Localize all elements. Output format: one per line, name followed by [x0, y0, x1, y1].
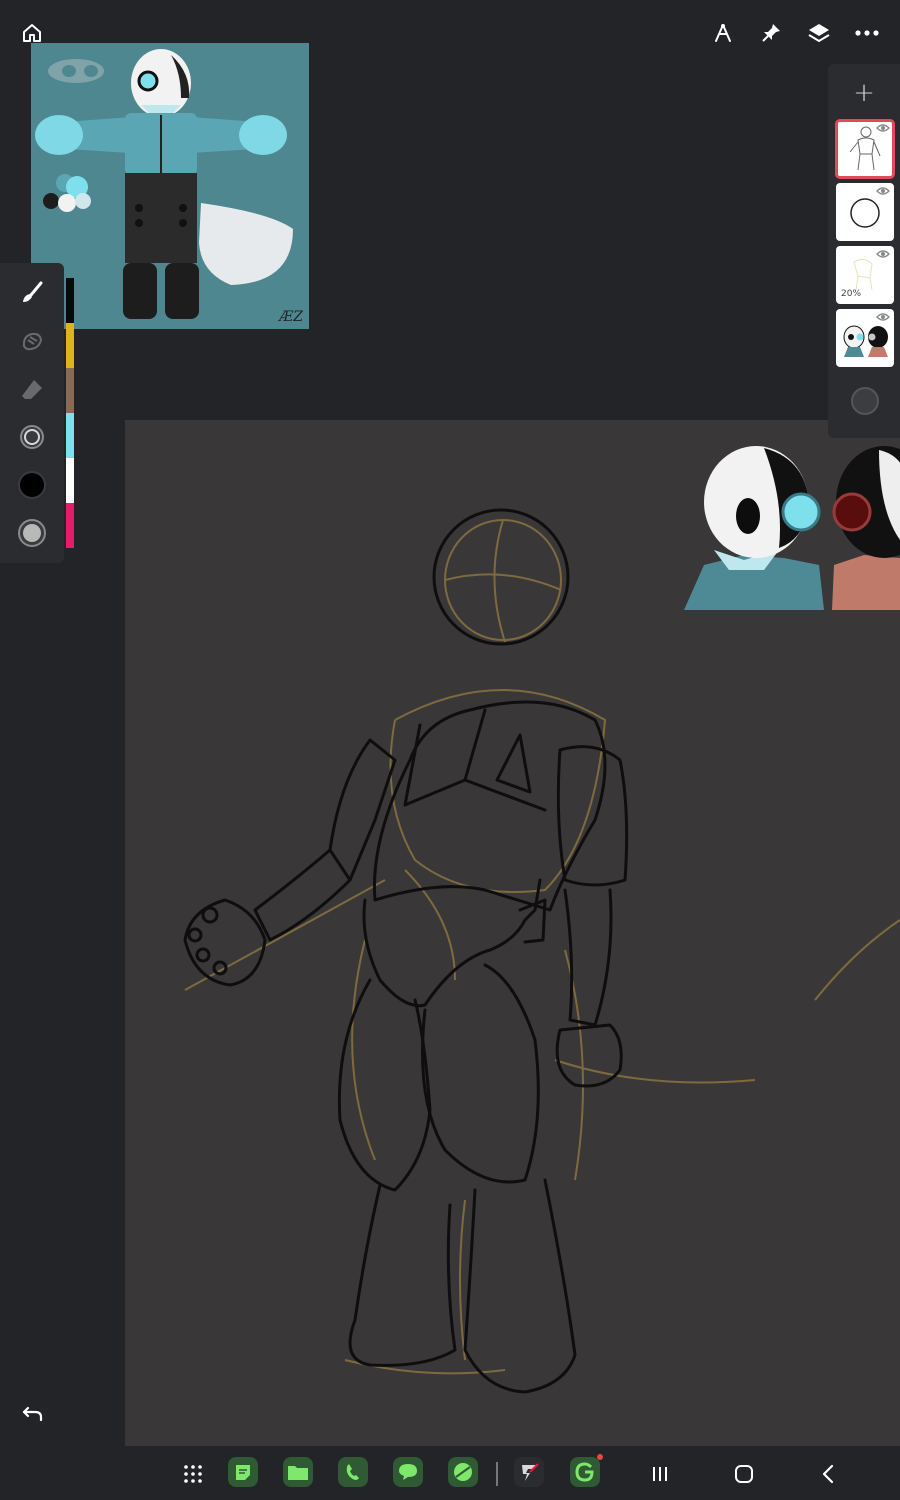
undo-button[interactable] — [18, 1398, 48, 1428]
browser-icon — [454, 1463, 472, 1481]
recents-button[interactable] — [645, 1460, 675, 1488]
chibi-reference-image — [684, 446, 900, 610]
opacity-circle-icon — [18, 519, 46, 547]
app-drawer-icon — [184, 1465, 202, 1483]
palette-swatch[interactable] — [66, 368, 74, 413]
app-drawer-button[interactable] — [178, 1460, 208, 1488]
ruler-button[interactable] — [706, 16, 740, 50]
more-horizontal-icon — [855, 30, 879, 36]
undo-icon — [22, 1406, 43, 1422]
recents-icon — [653, 1467, 667, 1481]
palette-swatch[interactable] — [66, 413, 74, 458]
home-icon — [23, 24, 41, 42]
palette-swatch[interactable] — [66, 503, 74, 548]
color-palette — [66, 278, 74, 548]
layer-opacity-label: 20% — [841, 289, 862, 299]
smudge-icon — [22, 332, 43, 351]
visibility-eye-icon[interactable] — [876, 123, 890, 133]
layers-icon — [808, 24, 830, 43]
layer-thumbnail-circle-layer[interactable] — [836, 183, 894, 241]
visibility-eye-icon[interactable] — [876, 249, 890, 259]
files-app-button[interactable] — [283, 1457, 313, 1487]
reference-overlay[interactable] — [684, 440, 900, 610]
palette-swatch[interactable] — [66, 323, 74, 368]
add-layer-button[interactable]: + — [828, 78, 900, 108]
grammarly-app-button[interactable] — [570, 1454, 603, 1487]
flashscore-icon — [522, 1463, 539, 1481]
brush-icon — [23, 281, 43, 302]
notes-app-button[interactable] — [228, 1457, 258, 1487]
layer-color-button[interactable] — [850, 386, 879, 415]
visibility-eye-icon[interactable] — [876, 186, 890, 196]
more-button[interactable] — [850, 16, 884, 50]
layer-circle-icon — [851, 387, 879, 415]
opacity-control[interactable] — [14, 515, 50, 551]
home-circle-icon — [735, 1465, 753, 1483]
smudge-tool[interactable] — [14, 323, 50, 359]
compass-ruler-icon — [715, 24, 731, 42]
color-black-icon — [18, 471, 46, 499]
layer-thumbnail-rough-layer[interactable]: 20% — [836, 246, 894, 304]
back-icon — [822, 1464, 834, 1484]
size-circle-icon — [20, 425, 44, 449]
layers-button[interactable] — [802, 16, 836, 50]
reference-signature: ÆZ — [279, 309, 303, 325]
files-icon — [288, 1466, 308, 1480]
tool-panel — [0, 263, 64, 563]
eraser-tool[interactable] — [14, 371, 50, 407]
brush-size-control[interactable] — [14, 419, 50, 455]
notes-icon — [236, 1465, 250, 1480]
visibility-eye-icon[interactable] — [876, 312, 890, 322]
phone-app-button[interactable] — [338, 1457, 368, 1487]
layers-panel: + 20% — [828, 64, 900, 438]
home-nav-button[interactable] — [729, 1460, 759, 1488]
pin-button[interactable] — [754, 16, 788, 50]
grammarly-icon — [575, 1462, 594, 1482]
layer-thumbnail-reference-layer[interactable] — [836, 309, 894, 367]
phone-icon — [346, 1464, 359, 1480]
pin-icon — [762, 24, 780, 42]
taskbar-divider — [496, 1462, 498, 1486]
notification-dot — [597, 1454, 603, 1460]
flashscore-app-button[interactable] — [514, 1457, 544, 1487]
layer-thumbnail-sketch-line-layer[interactable] — [835, 119, 895, 179]
palette-swatch[interactable] — [66, 278, 74, 323]
current-color-button[interactable] — [14, 467, 50, 503]
brush-tool[interactable] — [14, 275, 50, 311]
back-button[interactable] — [813, 1460, 843, 1488]
eraser-icon — [22, 380, 42, 399]
browser-app-button[interactable] — [448, 1457, 478, 1487]
palette-swatch[interactable] — [66, 458, 74, 503]
messages-icon — [399, 1464, 417, 1480]
messages-app-button[interactable] — [393, 1457, 423, 1487]
